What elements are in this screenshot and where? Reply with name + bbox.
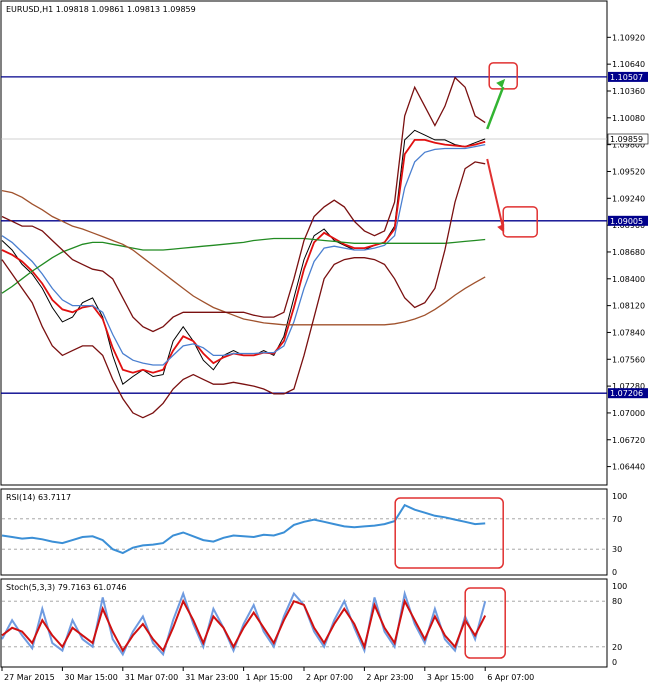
x-axis: 27 Mar 2015 30 Mar 15:00 31 Mar 07:00 31 Ma…: [1, 667, 534, 682]
x-tick-label: 6 Apr 07:00: [487, 673, 534, 682]
rsi-y-tick-label: 30: [612, 545, 622, 554]
rsi-header: RSI(14) 63.7117: [6, 493, 71, 502]
stoch-y-tick-label: 80: [612, 597, 622, 606]
price-chart: 1.109201.106401.103601.100801.098001.095…: [0, 0, 649, 682]
stoch-y-tick-label: 100: [612, 582, 627, 591]
stoch-header: Stoch(5,3,3) 79.7163 61.0746: [6, 583, 126, 592]
stoch-y-tick-label: 0: [612, 658, 617, 667]
main-header: EURUSD,H1 1.09818 1.09861 1.09813 1.0985…: [6, 5, 196, 14]
rsi-panel-frame: [0, 488, 608, 576]
stoch-y-tick-label: 20: [612, 643, 622, 652]
main-y-tick-label: 1.07000: [612, 409, 645, 418]
main-y-tick-label: 1.10920: [612, 33, 645, 42]
stoch-panel-frame: [0, 578, 608, 668]
x-tick-label: 31 Mar 07:00: [125, 673, 178, 682]
rsi-y-tick-label: 100: [612, 492, 627, 501]
rsi-y-tick-label: 70: [612, 515, 622, 524]
level-tag-label: 1.07206: [610, 389, 643, 398]
x-tick-label: 30 Mar 15:00: [64, 673, 117, 682]
main-y-tick-label: 1.09240: [612, 194, 645, 203]
x-tick-label: 2 Apr 23:00: [366, 673, 413, 682]
main-y-tick-label: 1.08120: [612, 302, 645, 311]
main-y-tick-label: 1.09520: [612, 167, 645, 176]
main-y-tick-label: 1.08400: [612, 275, 645, 284]
level-tag-label: 1.10507: [610, 73, 643, 82]
x-tick-label: 31 Mar 23:00: [185, 673, 238, 682]
current-price-label: 1.09859: [610, 135, 643, 144]
x-tick-label: 27 Mar 2015: [4, 673, 55, 682]
x-tick-label: 2 Apr 07:00: [306, 673, 353, 682]
main-y-tick-label: 1.10080: [612, 114, 645, 123]
rsi-y-tick-label: 0: [612, 568, 617, 577]
main-y-tick-label: 1.08680: [612, 248, 645, 257]
level-tag-label: 1.09005: [610, 217, 643, 226]
main-y-tick-label: 1.07560: [612, 355, 645, 364]
main-y-tick-label: 1.07840: [612, 328, 645, 337]
x-tick-label: 3 Apr 15:00: [427, 673, 474, 682]
main-y-tick-label: 1.06440: [612, 463, 645, 472]
x-tick-label: 1 Apr 15:00: [246, 673, 293, 682]
main-y-tick-label: 1.10640: [612, 60, 645, 69]
main-y-tick-label: 1.06720: [612, 436, 645, 445]
main-y-tick-label: 1.10360: [612, 87, 645, 96]
